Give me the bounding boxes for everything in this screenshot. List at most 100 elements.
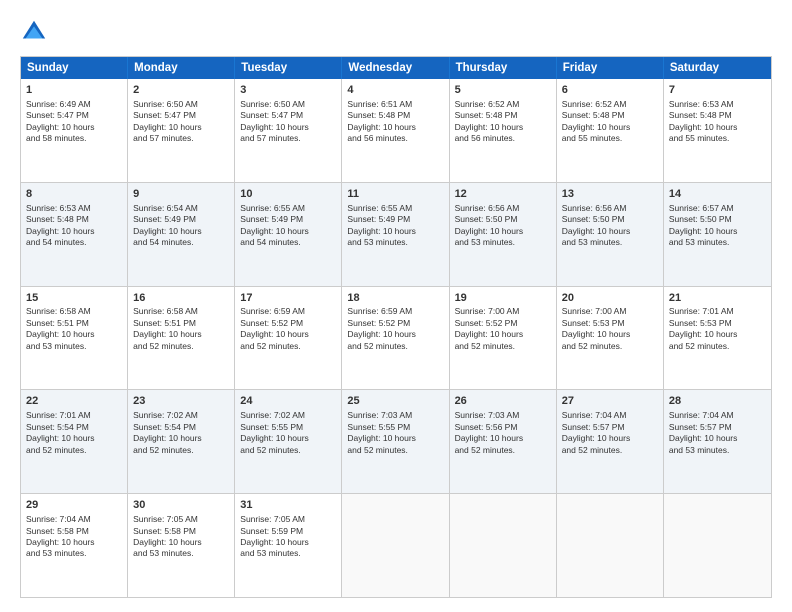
- day-number: 31: [240, 498, 336, 513]
- cell-line: and 53 minutes.: [669, 445, 766, 456]
- cell-line: Daylight: 10 hours: [455, 433, 551, 444]
- cell-line: and 53 minutes.: [455, 237, 551, 248]
- cell-line: Sunrise: 6:53 AM: [669, 99, 766, 110]
- calendar-cell: 30Sunrise: 7:05 AMSunset: 5:58 PMDayligh…: [128, 494, 235, 597]
- cell-line: Sunset: 5:51 PM: [26, 318, 122, 329]
- day-number: 15: [26, 291, 122, 306]
- day-number: 20: [562, 291, 658, 306]
- cell-line: and 54 minutes.: [240, 237, 336, 248]
- calendar-row-3: 22Sunrise: 7:01 AMSunset: 5:54 PMDayligh…: [21, 389, 771, 493]
- cell-line: Sunset: 5:49 PM: [347, 214, 443, 225]
- cell-line: Daylight: 10 hours: [562, 226, 658, 237]
- day-number: 30: [133, 498, 229, 513]
- day-number: 1: [26, 83, 122, 98]
- cell-line: Sunrise: 6:55 AM: [347, 203, 443, 214]
- day-number: 2: [133, 83, 229, 98]
- day-number: 24: [240, 394, 336, 409]
- cell-line: Sunset: 5:54 PM: [26, 422, 122, 433]
- header-day-tuesday: Tuesday: [235, 57, 342, 79]
- calendar-header: SundayMondayTuesdayWednesdayThursdayFrid…: [21, 57, 771, 79]
- calendar-cell: 22Sunrise: 7:01 AMSunset: 5:54 PMDayligh…: [21, 390, 128, 493]
- day-number: 28: [669, 394, 766, 409]
- calendar-body: 1Sunrise: 6:49 AMSunset: 5:47 PMDaylight…: [21, 79, 771, 597]
- cell-line: Sunrise: 6:55 AM: [240, 203, 336, 214]
- calendar-cell: 8Sunrise: 6:53 AMSunset: 5:48 PMDaylight…: [21, 183, 128, 286]
- day-number: 16: [133, 291, 229, 306]
- cell-line: and 52 minutes.: [26, 445, 122, 456]
- cell-line: and 53 minutes.: [26, 341, 122, 352]
- day-number: 22: [26, 394, 122, 409]
- calendar-cell: 29Sunrise: 7:04 AMSunset: 5:58 PMDayligh…: [21, 494, 128, 597]
- calendar-cell: 27Sunrise: 7:04 AMSunset: 5:57 PMDayligh…: [557, 390, 664, 493]
- cell-line: Sunset: 5:49 PM: [240, 214, 336, 225]
- cell-line: Daylight: 10 hours: [240, 122, 336, 133]
- cell-line: Sunrise: 7:02 AM: [240, 410, 336, 421]
- cell-line: and 52 minutes.: [240, 341, 336, 352]
- cell-line: Daylight: 10 hours: [562, 329, 658, 340]
- cell-line: and 52 minutes.: [562, 445, 658, 456]
- cell-line: and 52 minutes.: [240, 445, 336, 456]
- cell-line: Sunrise: 6:56 AM: [455, 203, 551, 214]
- cell-line: Sunrise: 6:52 AM: [562, 99, 658, 110]
- cell-line: Sunrise: 6:57 AM: [669, 203, 766, 214]
- cell-line: Daylight: 10 hours: [240, 433, 336, 444]
- cell-line: and 52 minutes.: [455, 341, 551, 352]
- cell-line: Sunrise: 6:54 AM: [133, 203, 229, 214]
- cell-line: Daylight: 10 hours: [669, 433, 766, 444]
- cell-line: Daylight: 10 hours: [347, 226, 443, 237]
- cell-line: and 52 minutes.: [562, 341, 658, 352]
- cell-line: and 53 minutes.: [562, 237, 658, 248]
- logo-icon: [20, 18, 48, 46]
- cell-line: Sunset: 5:57 PM: [562, 422, 658, 433]
- cell-line: Sunrise: 7:04 AM: [669, 410, 766, 421]
- cell-line: Sunset: 5:47 PM: [240, 110, 336, 121]
- cell-line: Daylight: 10 hours: [26, 433, 122, 444]
- header: [20, 18, 772, 46]
- cell-line: Sunset: 5:48 PM: [669, 110, 766, 121]
- cell-line: and 57 minutes.: [133, 133, 229, 144]
- cell-line: Sunset: 5:48 PM: [562, 110, 658, 121]
- cell-line: and 54 minutes.: [133, 237, 229, 248]
- calendar-cell: 31Sunrise: 7:05 AMSunset: 5:59 PMDayligh…: [235, 494, 342, 597]
- day-number: 10: [240, 187, 336, 202]
- calendar-cell: 2Sunrise: 6:50 AMSunset: 5:47 PMDaylight…: [128, 79, 235, 182]
- calendar-cell: 25Sunrise: 7:03 AMSunset: 5:55 PMDayligh…: [342, 390, 449, 493]
- cell-line: Sunrise: 6:53 AM: [26, 203, 122, 214]
- day-number: 12: [455, 187, 551, 202]
- cell-line: Daylight: 10 hours: [455, 226, 551, 237]
- cell-line: Daylight: 10 hours: [133, 433, 229, 444]
- cell-line: and 55 minutes.: [669, 133, 766, 144]
- cell-line: Sunset: 5:52 PM: [347, 318, 443, 329]
- cell-line: Sunset: 5:56 PM: [455, 422, 551, 433]
- calendar-row-2: 15Sunrise: 6:58 AMSunset: 5:51 PMDayligh…: [21, 286, 771, 390]
- cell-line: and 55 minutes.: [562, 133, 658, 144]
- cell-line: and 52 minutes.: [669, 341, 766, 352]
- day-number: 17: [240, 291, 336, 306]
- day-number: 9: [133, 187, 229, 202]
- cell-line: and 52 minutes.: [347, 341, 443, 352]
- cell-line: Sunrise: 7:00 AM: [562, 306, 658, 317]
- calendar-cell: 14Sunrise: 6:57 AMSunset: 5:50 PMDayligh…: [664, 183, 771, 286]
- cell-line: Sunset: 5:59 PM: [240, 526, 336, 537]
- cell-line: Daylight: 10 hours: [26, 537, 122, 548]
- cell-line: Daylight: 10 hours: [347, 122, 443, 133]
- cell-line: Sunset: 5:51 PM: [133, 318, 229, 329]
- cell-line: Sunset: 5:55 PM: [240, 422, 336, 433]
- calendar-row-4: 29Sunrise: 7:04 AMSunset: 5:58 PMDayligh…: [21, 493, 771, 597]
- calendar-cell: [450, 494, 557, 597]
- calendar-cell: 10Sunrise: 6:55 AMSunset: 5:49 PMDayligh…: [235, 183, 342, 286]
- calendar-cell: [664, 494, 771, 597]
- calendar-cell: 21Sunrise: 7:01 AMSunset: 5:53 PMDayligh…: [664, 287, 771, 390]
- cell-line: and 53 minutes.: [347, 237, 443, 248]
- cell-line: and 52 minutes.: [133, 341, 229, 352]
- calendar-cell: 26Sunrise: 7:03 AMSunset: 5:56 PMDayligh…: [450, 390, 557, 493]
- day-number: 8: [26, 187, 122, 202]
- cell-line: Sunrise: 7:03 AM: [455, 410, 551, 421]
- header-day-monday: Monday: [128, 57, 235, 79]
- day-number: 6: [562, 83, 658, 98]
- calendar-cell: 5Sunrise: 6:52 AMSunset: 5:48 PMDaylight…: [450, 79, 557, 182]
- cell-line: Sunrise: 6:58 AM: [133, 306, 229, 317]
- day-number: 11: [347, 187, 443, 202]
- calendar: SundayMondayTuesdayWednesdayThursdayFrid…: [20, 56, 772, 598]
- cell-line: Daylight: 10 hours: [240, 329, 336, 340]
